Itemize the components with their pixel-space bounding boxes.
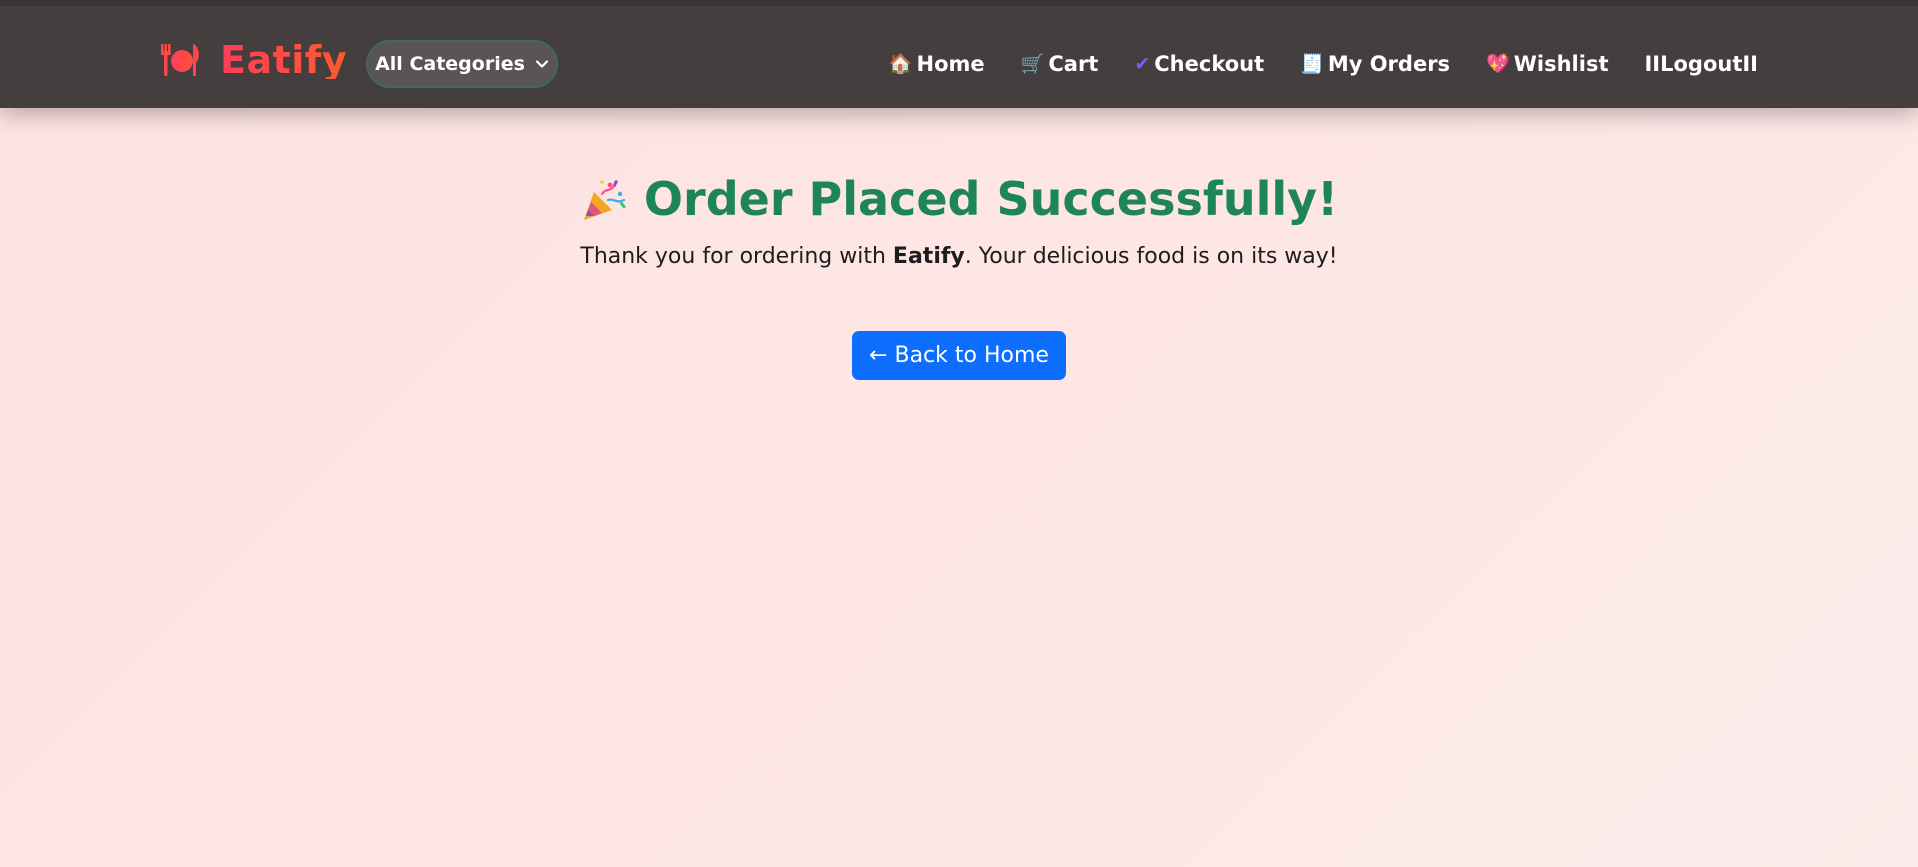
page-title-row: Order Placed Successfully!	[580, 170, 1338, 230]
cart-icon: 🛒	[1020, 52, 1045, 75]
category-dropdown-label: All Categories	[375, 53, 525, 75]
nav-logout-label: IILogoutII	[1644, 52, 1758, 76]
confirmation-message-post: . Your delicious food is on its way!	[964, 243, 1338, 269]
nav-cart-link[interactable]: 🛒 Cart	[1021, 52, 1099, 76]
confirmation-message: Thank you for ordering with Eatify. Your…	[0, 244, 1918, 269]
category-dropdown[interactable]: All Categories	[366, 40, 558, 88]
brand-logo[interactable]: Eatify	[158, 36, 347, 84]
nav-my-orders-link[interactable]: 🧾 My Orders	[1300, 52, 1450, 76]
nav-checkout-label: Checkout	[1154, 52, 1265, 76]
checkmark-icon: ✔	[1134, 52, 1151, 75]
chevron-down-icon	[535, 60, 549, 68]
nav-home-label: Home	[916, 52, 985, 76]
plate-cutlery-icon	[161, 44, 199, 76]
nav-my-orders-label: My Orders	[1327, 52, 1451, 76]
nav-cart-label: Cart	[1048, 52, 1099, 76]
navbar: Eatify All Categories 🏠 Home 🛒 Cart ✔ Ch…	[0, 0, 1918, 108]
nav-wishlist-link[interactable]: 💖 Wishlist	[1486, 52, 1608, 76]
heart-icon: 💖	[1486, 52, 1510, 75]
receipt-icon: 🧾	[1300, 52, 1324, 75]
confirmation-message-brand: Eatify	[892, 243, 965, 269]
nav-checkout-link[interactable]: ✔ Checkout	[1134, 52, 1264, 76]
page-title: Order Placed Successfully!	[643, 172, 1339, 226]
house-icon: 🏠	[888, 52, 913, 75]
back-to-home-button[interactable]: ← Back to Home	[852, 330, 1066, 380]
nav-links: 🏠 Home 🛒 Cart ✔ Checkout 🧾 My Orders 💖 W…	[889, 40, 1758, 88]
confirmation-message-pre: Thank you for ordering with	[580, 243, 893, 269]
order-success-section: Order Placed Successfully! Thank you for…	[0, 170, 1918, 380]
party-popper-icon	[583, 180, 626, 220]
nav-home-link[interactable]: 🏠 Home	[889, 52, 985, 76]
nav-logout-link[interactable]: IILogoutII	[1644, 52, 1758, 76]
brand-name: Eatify	[220, 38, 348, 82]
nav-wishlist-label: Wishlist	[1513, 52, 1609, 76]
